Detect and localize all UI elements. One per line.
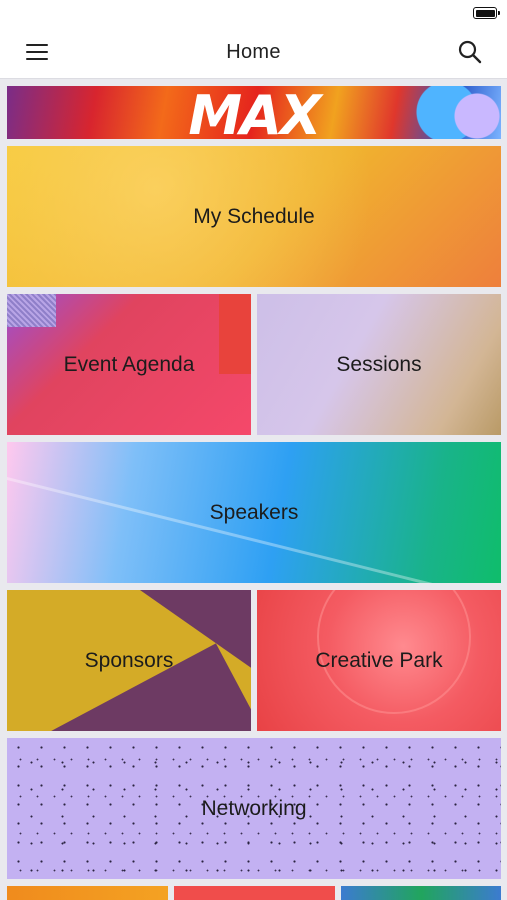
tile-my-schedule[interactable]: My Schedule <box>7 146 501 287</box>
tile-label: Event Agenda <box>63 352 195 376</box>
tile-networking[interactable]: Networking <box>7 738 501 879</box>
tile-sessions[interactable]: Sessions <box>257 294 501 435</box>
tile-speakers[interactable]: Speakers <box>7 442 501 583</box>
max-banner[interactable]: MAX <box>7 86 501 139</box>
page-title: Home <box>226 41 281 63</box>
tile-event-agenda[interactable]: Event Agenda <box>7 294 251 435</box>
tile-creative-park[interactable]: Creative Park <box>257 590 501 731</box>
search-icon[interactable] <box>457 39 483 65</box>
tile-label: Sponsors <box>84 648 174 672</box>
tile-label: My Schedule <box>193 204 315 228</box>
tile-label: Sessions <box>336 352 422 376</box>
max-logo: MAX <box>188 86 321 139</box>
decorative-pattern <box>7 294 56 327</box>
tile-label: Speakers <box>209 500 299 524</box>
tile-partial[interactable] <box>7 886 168 900</box>
nav-bar: Home <box>0 28 507 79</box>
tile-sponsors[interactable]: Sponsors <box>7 590 251 731</box>
tile-label: Networking <box>201 796 307 820</box>
status-bar <box>0 0 507 28</box>
tile-partial[interactable] <box>174 886 335 900</box>
tile-label: Creative Park <box>315 648 443 672</box>
tile-partial[interactable] <box>341 886 501 900</box>
decorative-streak <box>7 472 492 583</box>
battery-icon <box>473 7 500 19</box>
